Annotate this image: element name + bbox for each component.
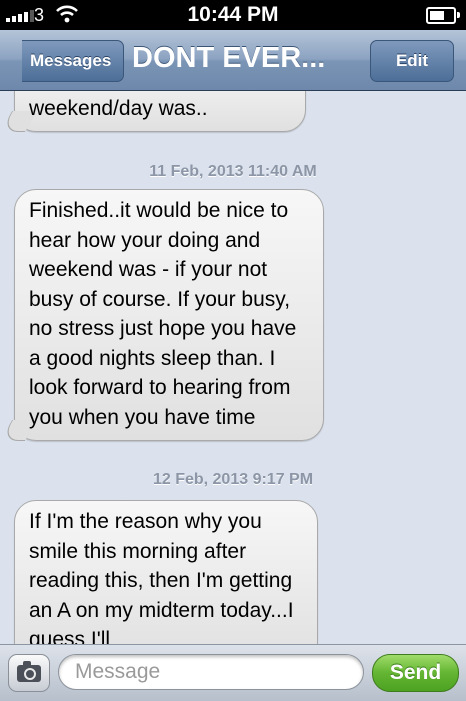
message-text: texts to tell me how your weekend/day wa… (29, 96, 208, 120)
message-text: If I'm the reason why you smile this mor… (29, 510, 294, 644)
status-bar: 3 10:44 PM (0, 0, 466, 30)
camera-icon (17, 661, 41, 682)
send-button[interactable]: Send (372, 654, 459, 692)
conversation-title: DONT EVER... (132, 42, 326, 74)
message-timestamp: 12 Feb, 2013 9:17 PM (152, 471, 314, 488)
messages-back-button[interactable]: Messages (22, 40, 125, 82)
message-text: Finished..it would be nice to hear how y… (29, 199, 297, 429)
status-time: 10:44 PM (187, 3, 279, 26)
navigation-bar: Messages DONT EVER... Edit (0, 30, 466, 91)
message-bubble[interactable]: If I'm the reason why you smile this mor… (14, 500, 318, 644)
conversation-view[interactable]: texts to tell me how your weekend/day wa… (0, 91, 466, 644)
message-input-bar: Send (0, 644, 466, 701)
edit-button[interactable]: Edit (370, 40, 454, 82)
message-bubble[interactable]: Finished..it would be nice to hear how y… (0, 189, 324, 441)
battery-icon (426, 7, 460, 24)
back-button-label: Messages (30, 51, 112, 70)
message-timestamp: 11 Feb, 2013 11:40 AM (149, 163, 317, 180)
battery-level (430, 11, 444, 20)
message-input[interactable] (58, 654, 364, 690)
camera-button[interactable] (8, 654, 50, 692)
message-bubble[interactable]: texts to tell me how your weekend/day wa… (0, 91, 306, 132)
